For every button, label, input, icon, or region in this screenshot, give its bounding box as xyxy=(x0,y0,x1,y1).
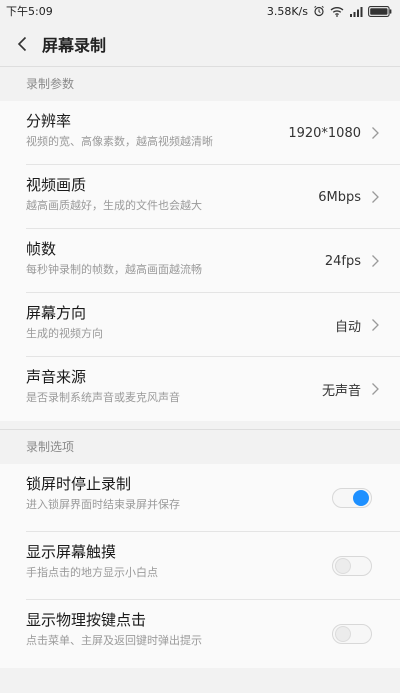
network-speed: 3.58K/s xyxy=(266,4,308,18)
chevron-left-icon xyxy=(17,36,27,52)
toggle-knob xyxy=(335,626,351,642)
setting-audio-source[interactable]: 声音来源 是否录制系统声音或麦克风声音 无声音 xyxy=(0,357,400,421)
option-label: 锁屏时停止录制 xyxy=(26,475,132,493)
chevron-right-icon xyxy=(372,319,379,331)
setting-label: 屏幕方向 xyxy=(26,304,87,322)
status-bar: 下午5:09 3.58K/s xyxy=(0,0,400,22)
setting-orientation[interactable]: 屏幕方向 生成的视频方向 自动 xyxy=(0,293,400,357)
section-gap xyxy=(0,421,400,429)
signal-icon xyxy=(349,6,363,17)
section-header-record-options: 录制选项 xyxy=(0,430,400,464)
toggle-knob xyxy=(335,558,351,574)
alarm-icon xyxy=(313,5,325,17)
show-key-presses-toggle[interactable] xyxy=(332,624,372,644)
record-options-list: 锁屏时停止录制 进入锁屏界面时结束录屏并保存 显示屏幕触摸 手指点击的地方显示小… xyxy=(0,464,400,668)
setting-frame-rate[interactable]: 帧数 每秒钟录制的帧数，越高画面越流畅 24fps xyxy=(0,229,400,293)
app-bar: 屏幕录制 xyxy=(0,22,400,66)
option-description: 进入锁屏界面时结束录屏并保存 xyxy=(26,498,180,511)
chevron-right-icon xyxy=(372,383,379,395)
page-title: 屏幕录制 xyxy=(42,36,107,55)
option-description: 手指点击的地方显示小白点 xyxy=(26,566,158,579)
option-show-touches[interactable]: 显示屏幕触摸 手指点击的地方显示小白点 xyxy=(0,532,400,600)
chevron-right-icon xyxy=(372,191,379,203)
back-button[interactable] xyxy=(12,34,32,54)
record-params-list: 分辨率 视频的宽、高像素数，越高视频越清晰 1920*1080 视频画质 越高画… xyxy=(0,101,400,421)
status-time: 下午5:09 xyxy=(6,5,53,18)
chevron-right-icon xyxy=(372,255,379,267)
toggle-knob xyxy=(353,490,369,506)
option-label: 显示屏幕触摸 xyxy=(26,543,117,561)
setting-value: 自动 xyxy=(334,319,361,335)
setting-video-quality[interactable]: 视频画质 越高画质越好，生成的文件也会越大 6Mbps xyxy=(0,165,400,229)
wifi-icon xyxy=(330,6,344,17)
setting-value: 24fps xyxy=(324,253,361,269)
setting-resolution[interactable]: 分辨率 视频的宽、高像素数，越高视频越清晰 1920*1080 xyxy=(0,101,400,165)
stop-on-lock-toggle[interactable] xyxy=(332,488,372,508)
setting-description: 生成的视频方向 xyxy=(26,327,103,340)
setting-value: 6Mbps xyxy=(318,189,361,205)
option-stop-on-lock[interactable]: 锁屏时停止录制 进入锁屏界面时结束录屏并保存 xyxy=(0,464,400,532)
option-description: 点击菜单、主屏及返回键时弹出提示 xyxy=(26,634,202,647)
option-label: 显示物理按键点击 xyxy=(26,611,147,629)
setting-value: 无声音 xyxy=(321,383,361,399)
section-header-record-params: 录制参数 xyxy=(0,67,400,101)
chevron-right-icon xyxy=(372,127,379,139)
show-touches-toggle[interactable] xyxy=(332,556,372,576)
option-show-key-presses[interactable]: 显示物理按键点击 点击菜单、主屏及返回键时弹出提示 xyxy=(0,600,400,668)
battery-icon xyxy=(368,5,392,17)
setting-value: 1920*1080 xyxy=(288,125,361,141)
